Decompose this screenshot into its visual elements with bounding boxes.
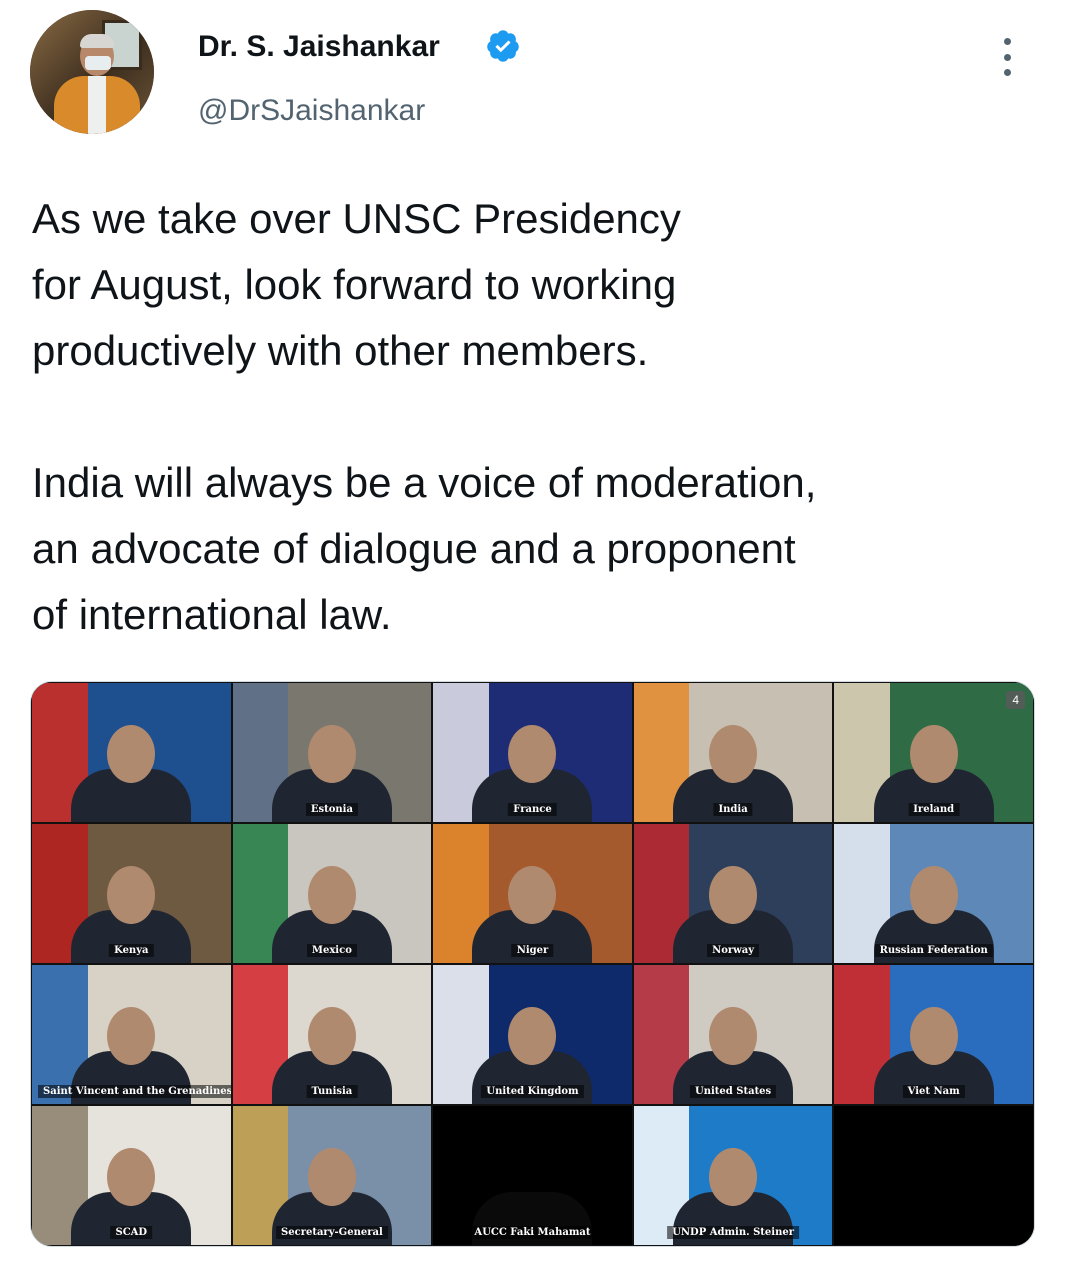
more-options-icon[interactable] bbox=[992, 32, 1022, 82]
participant-label: France bbox=[508, 803, 557, 816]
participant-label: Saint Vincent and the Grenadines bbox=[38, 1085, 231, 1098]
video-tile: Ireland 4 bbox=[833, 682, 1034, 823]
video-tile: United Kingdom bbox=[432, 964, 633, 1105]
video-tile: France bbox=[432, 682, 633, 823]
video-tile: Niger bbox=[432, 823, 633, 964]
video-tile: Russian Federation bbox=[833, 823, 1034, 964]
participant-label: Mexico bbox=[306, 944, 357, 957]
participant-label: Kenya bbox=[109, 944, 154, 957]
participant-head bbox=[909, 1006, 958, 1065]
video-tile: UNDP Admin. Steiner bbox=[632, 1105, 834, 1246]
participant-label: Tunisia bbox=[306, 1085, 358, 1098]
participant-head bbox=[508, 865, 557, 924]
video-tile: Saint Vincent and the Grenadines bbox=[31, 964, 232, 1105]
participant-head bbox=[307, 724, 356, 783]
participant-head bbox=[709, 865, 758, 924]
participant-label: United Kingdom bbox=[481, 1085, 584, 1098]
participant-head bbox=[909, 865, 958, 924]
verified-badge-icon bbox=[487, 30, 519, 62]
participant-head bbox=[508, 724, 557, 783]
participant-label: Secretary-General bbox=[276, 1226, 388, 1239]
participant-label: Viet Nam bbox=[902, 1085, 965, 1098]
tweet-header: Dr. S. Jaishankar @DrSJaishankar bbox=[30, 10, 1040, 150]
participant-label: United States bbox=[690, 1085, 777, 1098]
author-name[interactable]: Dr. S. Jaishankar bbox=[198, 30, 440, 64]
participant-head bbox=[107, 865, 156, 924]
video-tile: Kenya bbox=[31, 823, 232, 964]
video-tile: Estonia bbox=[231, 682, 433, 823]
participant-count-badge: 4 bbox=[1006, 691, 1025, 709]
participant-label: Russian Federation bbox=[874, 944, 993, 957]
participant-label: Norway bbox=[707, 944, 760, 957]
avatar[interactable] bbox=[30, 10, 154, 134]
participant-head bbox=[107, 1006, 156, 1065]
participant-head bbox=[107, 724, 156, 783]
participant-head bbox=[307, 1147, 356, 1206]
video-tile: AUCC Faki Mahamat bbox=[432, 1105, 633, 1246]
participant-label: India bbox=[713, 803, 753, 816]
video-tile: Viet Nam bbox=[833, 964, 1034, 1105]
participant-head bbox=[709, 1147, 758, 1206]
video-tile: United States bbox=[632, 964, 834, 1105]
video-tile: SCAD bbox=[31, 1105, 232, 1246]
participant-label: AUCC Faki Mahamat bbox=[469, 1226, 596, 1239]
video-tile: India bbox=[632, 682, 834, 823]
video-tile: Norway bbox=[632, 823, 834, 964]
participant-head bbox=[307, 865, 356, 924]
participant-label: Ireland bbox=[908, 803, 960, 816]
video-tile: Mexico bbox=[231, 823, 433, 964]
author-handle[interactable]: @DrSJaishankar bbox=[198, 94, 425, 128]
participant-label: SCAD bbox=[110, 1226, 153, 1239]
participant-head bbox=[709, 724, 758, 783]
tweet-text: As we take over UNSC Presidency for Augu… bbox=[32, 195, 817, 638]
participant-head bbox=[307, 1006, 356, 1065]
participant-label: UNDP Admin. Steiner bbox=[667, 1226, 799, 1239]
video-tile bbox=[833, 1105, 1034, 1246]
tweet-media-image[interactable]: Estonia France India Ireland 4 Kenya Mexico Nig… bbox=[30, 681, 1035, 1247]
participant-label: Niger bbox=[511, 944, 554, 957]
participant-head bbox=[508, 1006, 557, 1065]
video-tile bbox=[31, 682, 232, 823]
participant-label: Estonia bbox=[305, 803, 358, 816]
video-tile: Tunisia bbox=[231, 964, 433, 1105]
participant-head bbox=[107, 1147, 156, 1206]
participant-head bbox=[709, 1006, 758, 1065]
participant-head bbox=[909, 724, 958, 783]
video-tile: Secretary-General bbox=[231, 1105, 433, 1246]
